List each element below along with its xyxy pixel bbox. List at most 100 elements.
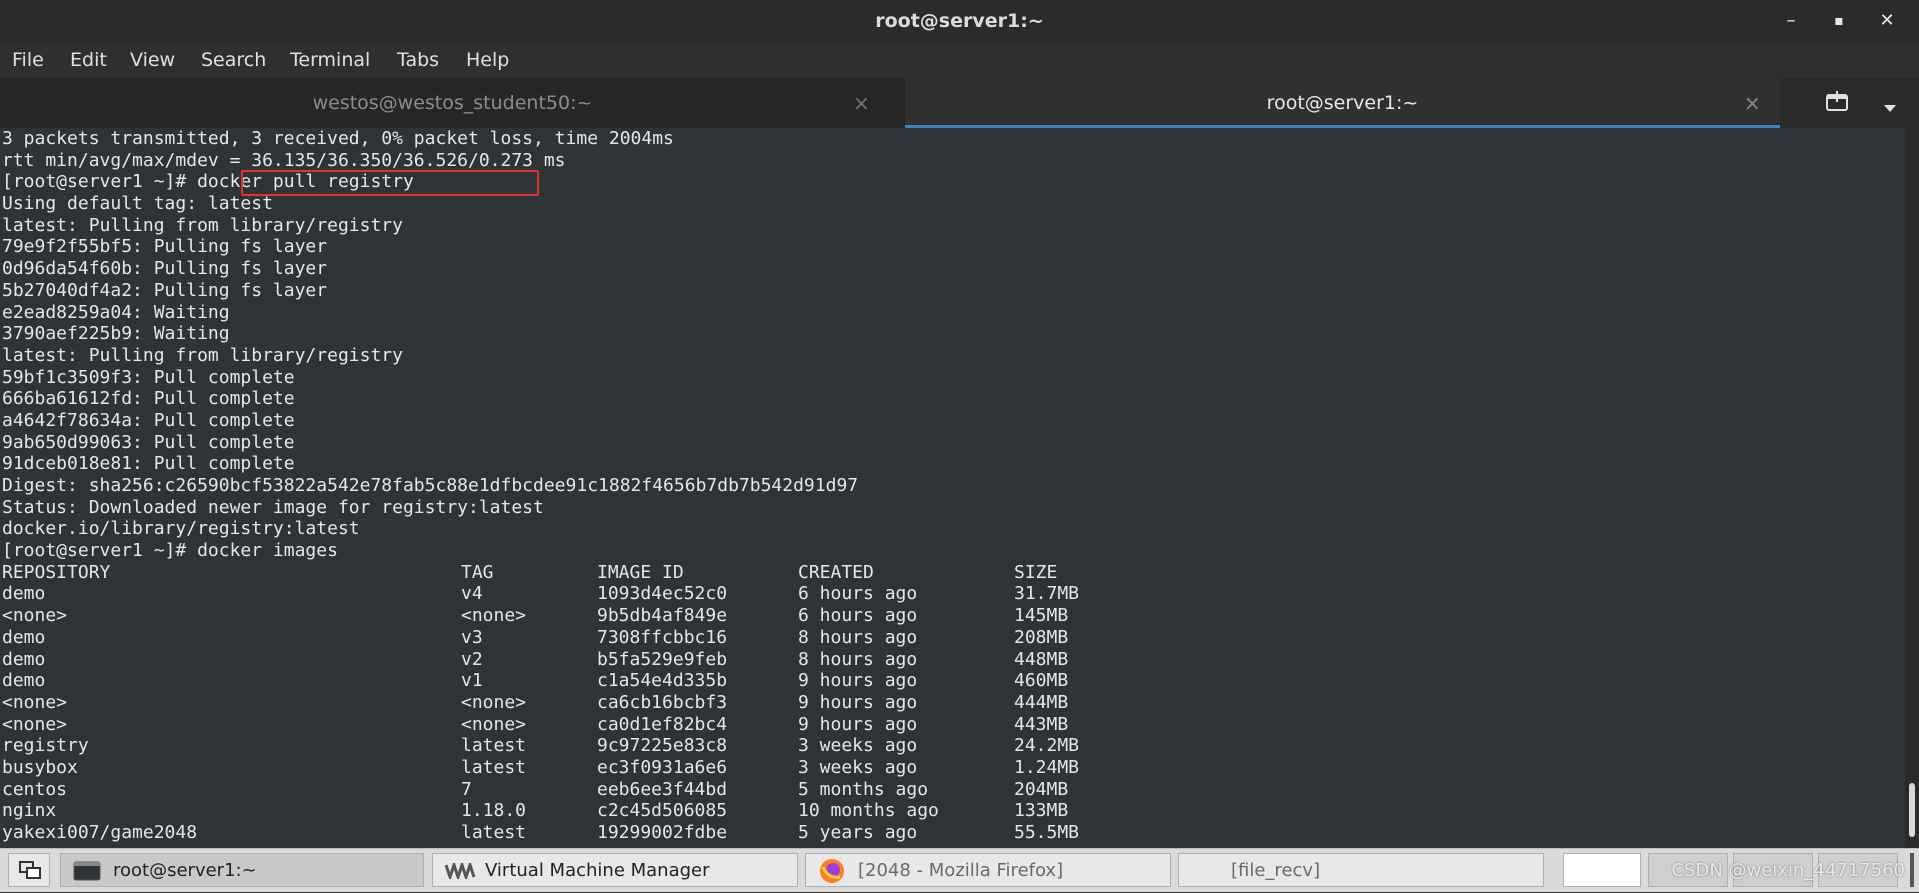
terminal-line: a4642f78634a: Pull complete bbox=[2, 409, 295, 431]
table-cell: 3 weeks ago bbox=[798, 756, 918, 778]
table-cell: ca6cb16bcbf3 bbox=[597, 691, 728, 713]
table-cell: 9 hours ago bbox=[798, 713, 918, 735]
table-cell: nginx bbox=[2, 800, 57, 822]
terminal-line: rtt min/avg/max/mdev = 36.135/36.350/36.… bbox=[2, 149, 566, 171]
table-cell: demo bbox=[2, 583, 46, 605]
table-cell: 208MB bbox=[1014, 626, 1069, 648]
taskbar-item-label: [file_recv] bbox=[1231, 860, 1321, 881]
maximize-button[interactable]: ▪ bbox=[1819, 0, 1859, 42]
table-cell: 5 months ago bbox=[798, 778, 929, 800]
table-row: centos 7 eeb6ee3f44bd 5 months ago 204MB bbox=[0, 779, 1905, 801]
table-row: registry latest 9c97225e83c8 3 weeks ago 24.… bbox=[0, 735, 1905, 757]
minimize-button[interactable]: – bbox=[1771, 0, 1811, 42]
tab-close-icon[interactable]: × bbox=[853, 78, 870, 128]
table-cell: 24.2MB bbox=[1014, 735, 1080, 757]
terminal-line: e2ead8259a04: Waiting bbox=[2, 301, 230, 323]
terminal-line: 0d96da54f60b: Pulling fs layer bbox=[2, 258, 328, 280]
table-cell: <none> bbox=[461, 691, 527, 713]
table-cell: 5 years ago bbox=[798, 822, 918, 843]
table-cell: <none> bbox=[461, 713, 527, 735]
terminal-line: Using default tag: latest bbox=[2, 193, 273, 215]
terminal-line: 9ab650d99063: Pull complete bbox=[2, 431, 295, 453]
table-cell: 9c97225e83c8 bbox=[597, 735, 728, 757]
close-button[interactable]: ✕ bbox=[1867, 0, 1907, 42]
menu-help[interactable]: Help bbox=[466, 42, 509, 78]
taskbar-item-vmm[interactable]: Virtual Machine Manager bbox=[432, 853, 798, 887]
terminal-line: 59bf1c3509f3: Pull complete bbox=[2, 366, 295, 388]
taskbar-item-terminal[interactable]: root@server1:~ bbox=[60, 853, 424, 887]
terminal-line: 666ba61612fd: Pull complete bbox=[2, 388, 295, 410]
table-cell: 6 hours ago bbox=[798, 583, 918, 605]
table-cell: 443MB bbox=[1014, 713, 1069, 735]
table-row: <none> <none> ca6cb16bcbf3 9 hours ago 444MB bbox=[0, 692, 1905, 714]
table-row: busybox latest ec3f0931a6e6 3 weeks ago 1.24… bbox=[0, 757, 1905, 779]
table-cell: 19299002fdbe bbox=[597, 822, 728, 843]
terminal-line: docker.io/library/registry:latest bbox=[2, 518, 360, 540]
menu-search[interactable]: Search bbox=[201, 42, 266, 78]
workspace-1[interactable] bbox=[1563, 853, 1641, 887]
table-cell: demo bbox=[2, 670, 46, 692]
taskbar-item-firefox[interactable]: [2048 - Mozilla Firefox] bbox=[805, 853, 1171, 887]
watermark: CSDN @weixin_44717560 bbox=[1671, 860, 1905, 881]
table-cell: REPOSITORY bbox=[2, 561, 111, 583]
table-cell: 6 hours ago bbox=[798, 605, 918, 627]
table-cell: 7 bbox=[461, 778, 472, 800]
table-cell: <none> bbox=[2, 605, 68, 627]
table-cell: 204MB bbox=[1014, 778, 1069, 800]
table-cell: latest bbox=[461, 735, 527, 757]
table-row: nginx 1.18.0 c2c45d506085 10 months ago 133M… bbox=[0, 800, 1905, 822]
taskbar-item-label: root@server1:~ bbox=[113, 860, 257, 881]
menu-edit[interactable]: Edit bbox=[70, 42, 107, 78]
tab-westos-student[interactable]: westos@westos_student50:~ bbox=[0, 78, 905, 128]
terminal-output[interactable]: 3 packets transmitted, 3 received, 0% pa… bbox=[0, 128, 1905, 848]
scrollbar-thumb[interactable] bbox=[1909, 783, 1915, 837]
table-cell: latest bbox=[461, 822, 527, 843]
table-cell: busybox bbox=[2, 756, 78, 778]
taskbar-item-file-recv[interactable]: [file_recv] bbox=[1178, 853, 1544, 887]
table-cell: 9b5db4af849e bbox=[597, 605, 728, 627]
notification-handle[interactable] bbox=[1910, 853, 1914, 887]
show-desktop-button[interactable] bbox=[8, 853, 50, 887]
table-cell: 31.7MB bbox=[1014, 583, 1080, 605]
table-row: demo v1 c1a54e4d335b 9 hours ago 460MB bbox=[0, 670, 1905, 692]
tab-actions bbox=[1780, 78, 1919, 128]
table-cell: 3 weeks ago bbox=[798, 735, 918, 757]
tab-label: root@server1:~ bbox=[1266, 92, 1419, 114]
table-cell: 1.18.0 bbox=[461, 800, 527, 822]
table-cell: c1a54e4d335b bbox=[597, 670, 728, 692]
tab-bar: westos@westos_student50:~ × root@server1… bbox=[0, 78, 1919, 128]
terminal-line: 91dceb018e81: Pull complete bbox=[2, 453, 295, 475]
table-cell: SIZE bbox=[1014, 561, 1058, 583]
table-cell: c2c45d506085 bbox=[597, 800, 728, 822]
terminal-line: latest: Pulling from library/registry bbox=[2, 214, 403, 236]
menu-view[interactable]: View bbox=[130, 42, 175, 78]
scrollbar[interactable] bbox=[1905, 128, 1919, 848]
table-cell: IMAGE ID bbox=[597, 561, 684, 583]
terminal-line: 3790aef225b9: Waiting bbox=[2, 323, 230, 345]
menu-bar: File Edit View Search Terminal Tabs Help bbox=[0, 42, 1919, 78]
tab-close-icon[interactable]: × bbox=[1744, 78, 1761, 128]
menu-tabs[interactable]: Tabs bbox=[397, 42, 439, 78]
terminal-line: 5b27040df4a2: Pulling fs layer bbox=[2, 279, 328, 301]
table-cell: eeb6ee3f44bd bbox=[597, 778, 728, 800]
table-cell: b5fa529e9feb bbox=[597, 648, 728, 670]
menu-file[interactable]: File bbox=[12, 42, 44, 78]
new-tab-icon[interactable] bbox=[1825, 90, 1851, 118]
terminal-line: 79e9f2f55bf5: Pulling fs layer bbox=[2, 236, 328, 258]
firefox-icon bbox=[820, 859, 844, 883]
table-cell: v2 bbox=[461, 648, 483, 670]
table-cell: 8 hours ago bbox=[798, 648, 918, 670]
table-cell: CREATED bbox=[798, 561, 874, 583]
table-cell: <none> bbox=[461, 605, 527, 627]
terminal-line: [root@server1 ~]# docker images bbox=[2, 540, 338, 562]
terminal-line: 3 packets transmitted, 3 received, 0% pa… bbox=[2, 128, 674, 149]
table-cell: 460MB bbox=[1014, 670, 1069, 692]
tab-root-server1[interactable]: root@server1:~ bbox=[905, 78, 1780, 128]
table-cell: demo bbox=[2, 648, 46, 670]
virtual-machine-manager-icon bbox=[445, 863, 476, 879]
window-titlebar: root@server1:~ – ▪ ✕ bbox=[0, 0, 1919, 42]
chevron-down-icon[interactable] bbox=[1883, 98, 1897, 117]
table-cell: ec3f0931a6e6 bbox=[597, 756, 728, 778]
table-cell: centos bbox=[2, 778, 68, 800]
menu-terminal[interactable]: Terminal bbox=[290, 42, 370, 78]
